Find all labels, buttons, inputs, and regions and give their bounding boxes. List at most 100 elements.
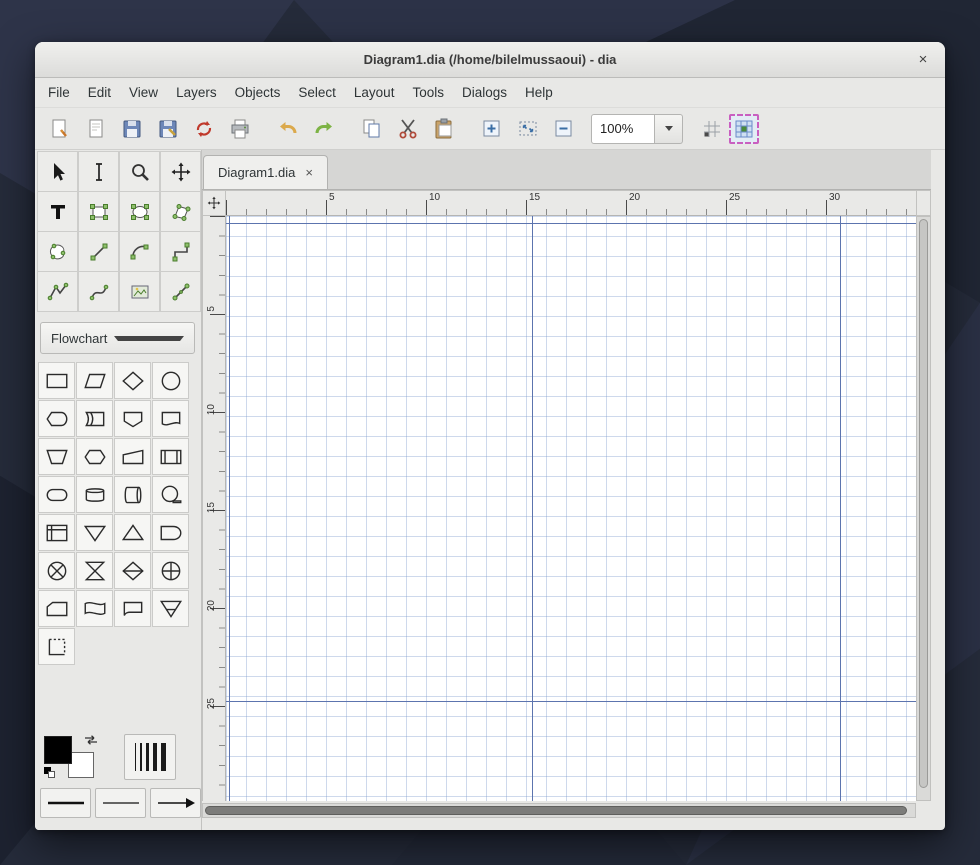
ellipse-tool-button[interactable] bbox=[119, 191, 160, 232]
menu-view[interactable]: View bbox=[120, 80, 167, 105]
shape-parallelogram-button[interactable] bbox=[76, 362, 113, 399]
ruler-origin-button[interactable] bbox=[202, 190, 226, 216]
menu-help[interactable]: Help bbox=[516, 80, 562, 105]
shape-extract-button[interactable] bbox=[114, 514, 151, 551]
shape-terminal-button[interactable] bbox=[38, 476, 75, 513]
tab-close-icon[interactable]: × bbox=[305, 165, 313, 180]
zoom-dropdown-button[interactable] bbox=[655, 114, 683, 144]
shape-diamond-button[interactable] bbox=[114, 362, 151, 399]
shape-internal-storage-button[interactable] bbox=[38, 514, 75, 551]
undo-button[interactable] bbox=[271, 113, 305, 145]
horizontal-scrollbar-thumb[interactable] bbox=[205, 806, 907, 815]
menu-file[interactable]: File bbox=[39, 80, 79, 105]
new-diagram-icon bbox=[48, 117, 72, 141]
shape-punched-card-button[interactable] bbox=[38, 590, 75, 627]
text-edit-tool-button[interactable] bbox=[78, 151, 119, 192]
shape-box-button[interactable] bbox=[38, 362, 75, 399]
save-as-button[interactable] bbox=[151, 113, 185, 145]
polyline-tool-button[interactable] bbox=[37, 271, 78, 312]
copy-icon bbox=[360, 117, 384, 141]
color-selector[interactable] bbox=[42, 734, 100, 780]
shape-display-button[interactable] bbox=[38, 400, 75, 437]
swap-colors-icon[interactable] bbox=[84, 734, 98, 746]
shape-predefined-process-button[interactable] bbox=[152, 438, 189, 475]
shape-magnetic-disk-button[interactable] bbox=[76, 476, 113, 513]
export-button[interactable] bbox=[187, 113, 221, 145]
zoom-out-button[interactable] bbox=[547, 113, 581, 145]
arc-tool-button[interactable] bbox=[119, 231, 160, 272]
shape-document-button[interactable] bbox=[152, 400, 189, 437]
line-style-selector[interactable] bbox=[95, 788, 146, 818]
shape-ellipse-button[interactable] bbox=[152, 362, 189, 399]
redo-button[interactable] bbox=[307, 113, 341, 145]
shape-or-button[interactable] bbox=[152, 552, 189, 589]
begin-arrow-selector[interactable] bbox=[40, 788, 91, 818]
shape-off-page-connector-button[interactable] bbox=[114, 400, 151, 437]
copy-button[interactable] bbox=[355, 113, 389, 145]
zoom-in-button[interactable] bbox=[475, 113, 509, 145]
menu-select[interactable]: Select bbox=[289, 80, 345, 105]
zoom-fit-button[interactable] bbox=[511, 113, 545, 145]
titlebar[interactable]: Diagram1.dia (/home/bilelmussaoui) - dia… bbox=[35, 42, 945, 78]
vertical-scrollbar-thumb[interactable] bbox=[919, 219, 928, 788]
shape-offline-storage-button[interactable] bbox=[152, 590, 189, 627]
sheet-selector[interactable]: Flowchart bbox=[40, 322, 195, 354]
zoom-input[interactable] bbox=[591, 114, 655, 144]
open-button[interactable] bbox=[79, 113, 113, 145]
default-colors-icon[interactable] bbox=[44, 767, 55, 778]
diagram-canvas[interactable] bbox=[226, 216, 916, 801]
toggle-grid-visibility-button[interactable] bbox=[697, 114, 727, 144]
vertical-scrollbar[interactable] bbox=[916, 216, 931, 801]
line-width-selector[interactable] bbox=[124, 734, 176, 780]
shape-sort-button[interactable] bbox=[114, 552, 151, 589]
foreground-color-swatch[interactable] bbox=[44, 736, 72, 764]
text-tool-button[interactable] bbox=[37, 191, 78, 232]
shape-preparation-button[interactable] bbox=[76, 438, 113, 475]
menu-layout[interactable]: Layout bbox=[345, 80, 404, 105]
print-button[interactable] bbox=[223, 113, 257, 145]
menu-tools[interactable]: Tools bbox=[403, 80, 453, 105]
scroll-tool-button[interactable] bbox=[160, 151, 201, 192]
flowchart-merge-icon bbox=[82, 520, 108, 546]
menu-objects[interactable]: Objects bbox=[226, 80, 290, 105]
shape-transmittal-tape-button[interactable] bbox=[114, 590, 151, 627]
vertical-ruler[interactable]: 5 10 15 20 25 bbox=[202, 216, 226, 801]
horizontal-ruler[interactable]: 5 10 15 20 25 30 bbox=[226, 190, 916, 216]
outline-tool-button[interactable] bbox=[160, 271, 201, 312]
redo-icon bbox=[312, 117, 336, 141]
beziergon-tool-button[interactable] bbox=[37, 231, 78, 272]
new-diagram-button[interactable] bbox=[43, 113, 77, 145]
line-tool-button[interactable] bbox=[78, 231, 119, 272]
image-tool-button[interactable] bbox=[119, 271, 160, 312]
shape-delay-button[interactable] bbox=[152, 514, 189, 551]
polygon-tool-button[interactable] bbox=[160, 191, 201, 232]
save-button[interactable] bbox=[115, 113, 149, 145]
box-tool-button[interactable] bbox=[78, 191, 119, 232]
shape-manual-input-button[interactable] bbox=[114, 438, 151, 475]
bezierline-tool-button[interactable] bbox=[78, 271, 119, 312]
shape-merge-button[interactable] bbox=[76, 514, 113, 551]
menu-dialogs[interactable]: Dialogs bbox=[453, 80, 516, 105]
shape-manual-operation-button[interactable] bbox=[38, 438, 75, 475]
cut-button[interactable] bbox=[391, 113, 425, 145]
shape-data-source-button[interactable] bbox=[38, 628, 75, 665]
shape-collate-button[interactable] bbox=[76, 552, 113, 589]
flowchart-punched-card-icon bbox=[44, 596, 70, 622]
flowchart-delay-icon bbox=[158, 520, 184, 546]
shape-transaction-file-button[interactable] bbox=[76, 400, 113, 437]
magnify-tool-button[interactable] bbox=[119, 151, 160, 192]
document-tab[interactable]: Diagram1.dia × bbox=[203, 155, 328, 189]
toggle-snap-to-grid-button[interactable] bbox=[729, 114, 759, 144]
shape-magnetic-tape-button[interactable] bbox=[152, 476, 189, 513]
menu-edit[interactable]: Edit bbox=[79, 80, 120, 105]
modify-tool-button[interactable] bbox=[37, 151, 78, 192]
end-arrow-selector[interactable] bbox=[150, 788, 201, 818]
horizontal-scrollbar[interactable] bbox=[202, 803, 916, 818]
shape-magnetic-drum-button[interactable] bbox=[114, 476, 151, 513]
shape-punched-tape-button[interactable] bbox=[76, 590, 113, 627]
menu-layers[interactable]: Layers bbox=[167, 80, 226, 105]
shape-summing-junction-button[interactable] bbox=[38, 552, 75, 589]
window-close-button[interactable]: × bbox=[913, 50, 933, 70]
zigzagline-tool-button[interactable] bbox=[160, 231, 201, 272]
paste-button[interactable] bbox=[427, 113, 461, 145]
